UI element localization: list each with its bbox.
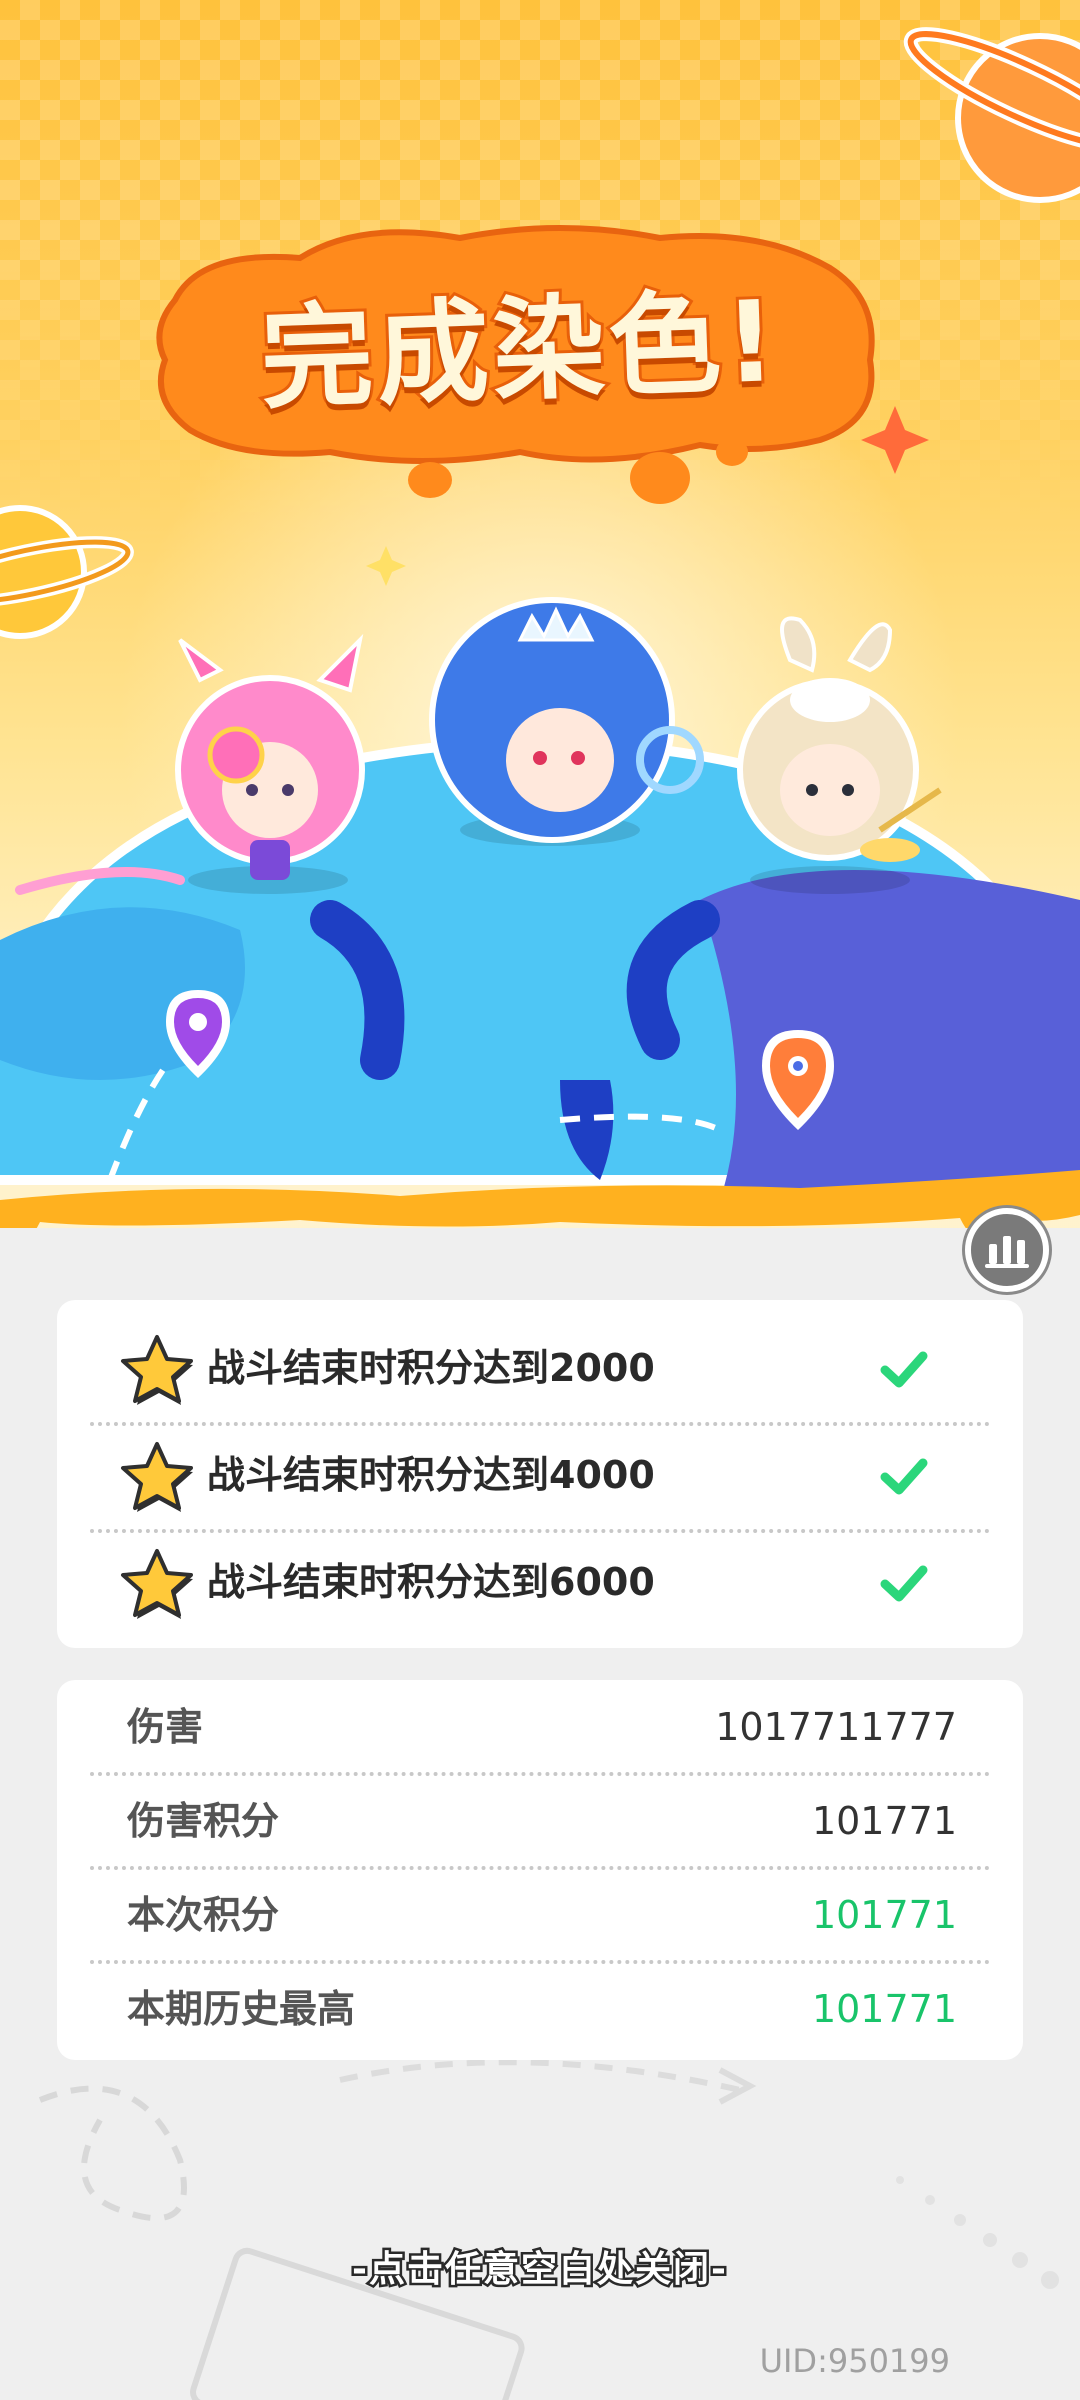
star-icon: [121, 1335, 193, 1405]
stat-row-season-best: 本期历史最高 101771: [57, 1962, 1023, 2056]
task-text: 战斗结束时积分达到4000: [207, 1453, 655, 1497]
checkmark-icon: [880, 1351, 928, 1388]
stat-label: 本期历史最高: [127, 1987, 356, 2031]
task-text: 战斗结束时积分达到6000: [207, 1560, 655, 1604]
stats-button[interactable]: [965, 1208, 1049, 1292]
task-card: 战斗结束时积分达到2000 战斗结束时积分达到4000 战斗结束时积分达到600…: [57, 1300, 1023, 1648]
bar-chart-icon: [985, 1236, 1029, 1268]
stat-row-damage-score: 伤害积分 101771: [57, 1774, 1023, 1868]
stat-value: 1017711777: [715, 1705, 957, 1749]
bottom-decoration: [38, 2059, 1059, 2400]
stat-label: 伤害: [127, 1705, 204, 1749]
stat-label: 伤害积分: [127, 1799, 280, 1843]
user-id: UID:950199: [759, 2342, 950, 2380]
result-title: 完成染色!: [256, 274, 785, 428]
task-row: 战斗结束时积分达到4000: [57, 1422, 1023, 1528]
stat-row-damage: 伤害 1017711777: [57, 1680, 1023, 1774]
star-icon: [121, 1442, 193, 1512]
stats-card: 伤害 1017711777 伤害积分 101771 本次积分 101771 本期…: [57, 1680, 1023, 2060]
task-row: 战斗结束时积分达到2000: [57, 1315, 1023, 1421]
stat-value: 101771: [811, 1987, 957, 2031]
hero-illustration: [0, 27, 1080, 1250]
title-container: 完成染色!: [160, 240, 880, 428]
checkmark-icon: [880, 1565, 928, 1602]
planet-decoration-right: [903, 27, 1080, 203]
stat-value: 101771: [811, 1799, 957, 1843]
checkmark-icon: [880, 1458, 928, 1495]
result-banner: 完成染色!: [0, 0, 1080, 1250]
task-text: 战斗结束时积分达到2000: [207, 1346, 655, 1390]
stat-label: 本次积分: [127, 1893, 280, 1937]
planet-decoration-left: [0, 505, 134, 639]
star-icon: [121, 1549, 193, 1619]
stat-row-current-score: 本次积分 101771: [57, 1868, 1023, 1962]
task-row: 战斗结束时积分达到6000: [57, 1529, 1023, 1635]
close-hint[interactable]: -点击任意空白处关闭-: [0, 2240, 1080, 2293]
stat-value: 101771: [811, 1893, 957, 1937]
